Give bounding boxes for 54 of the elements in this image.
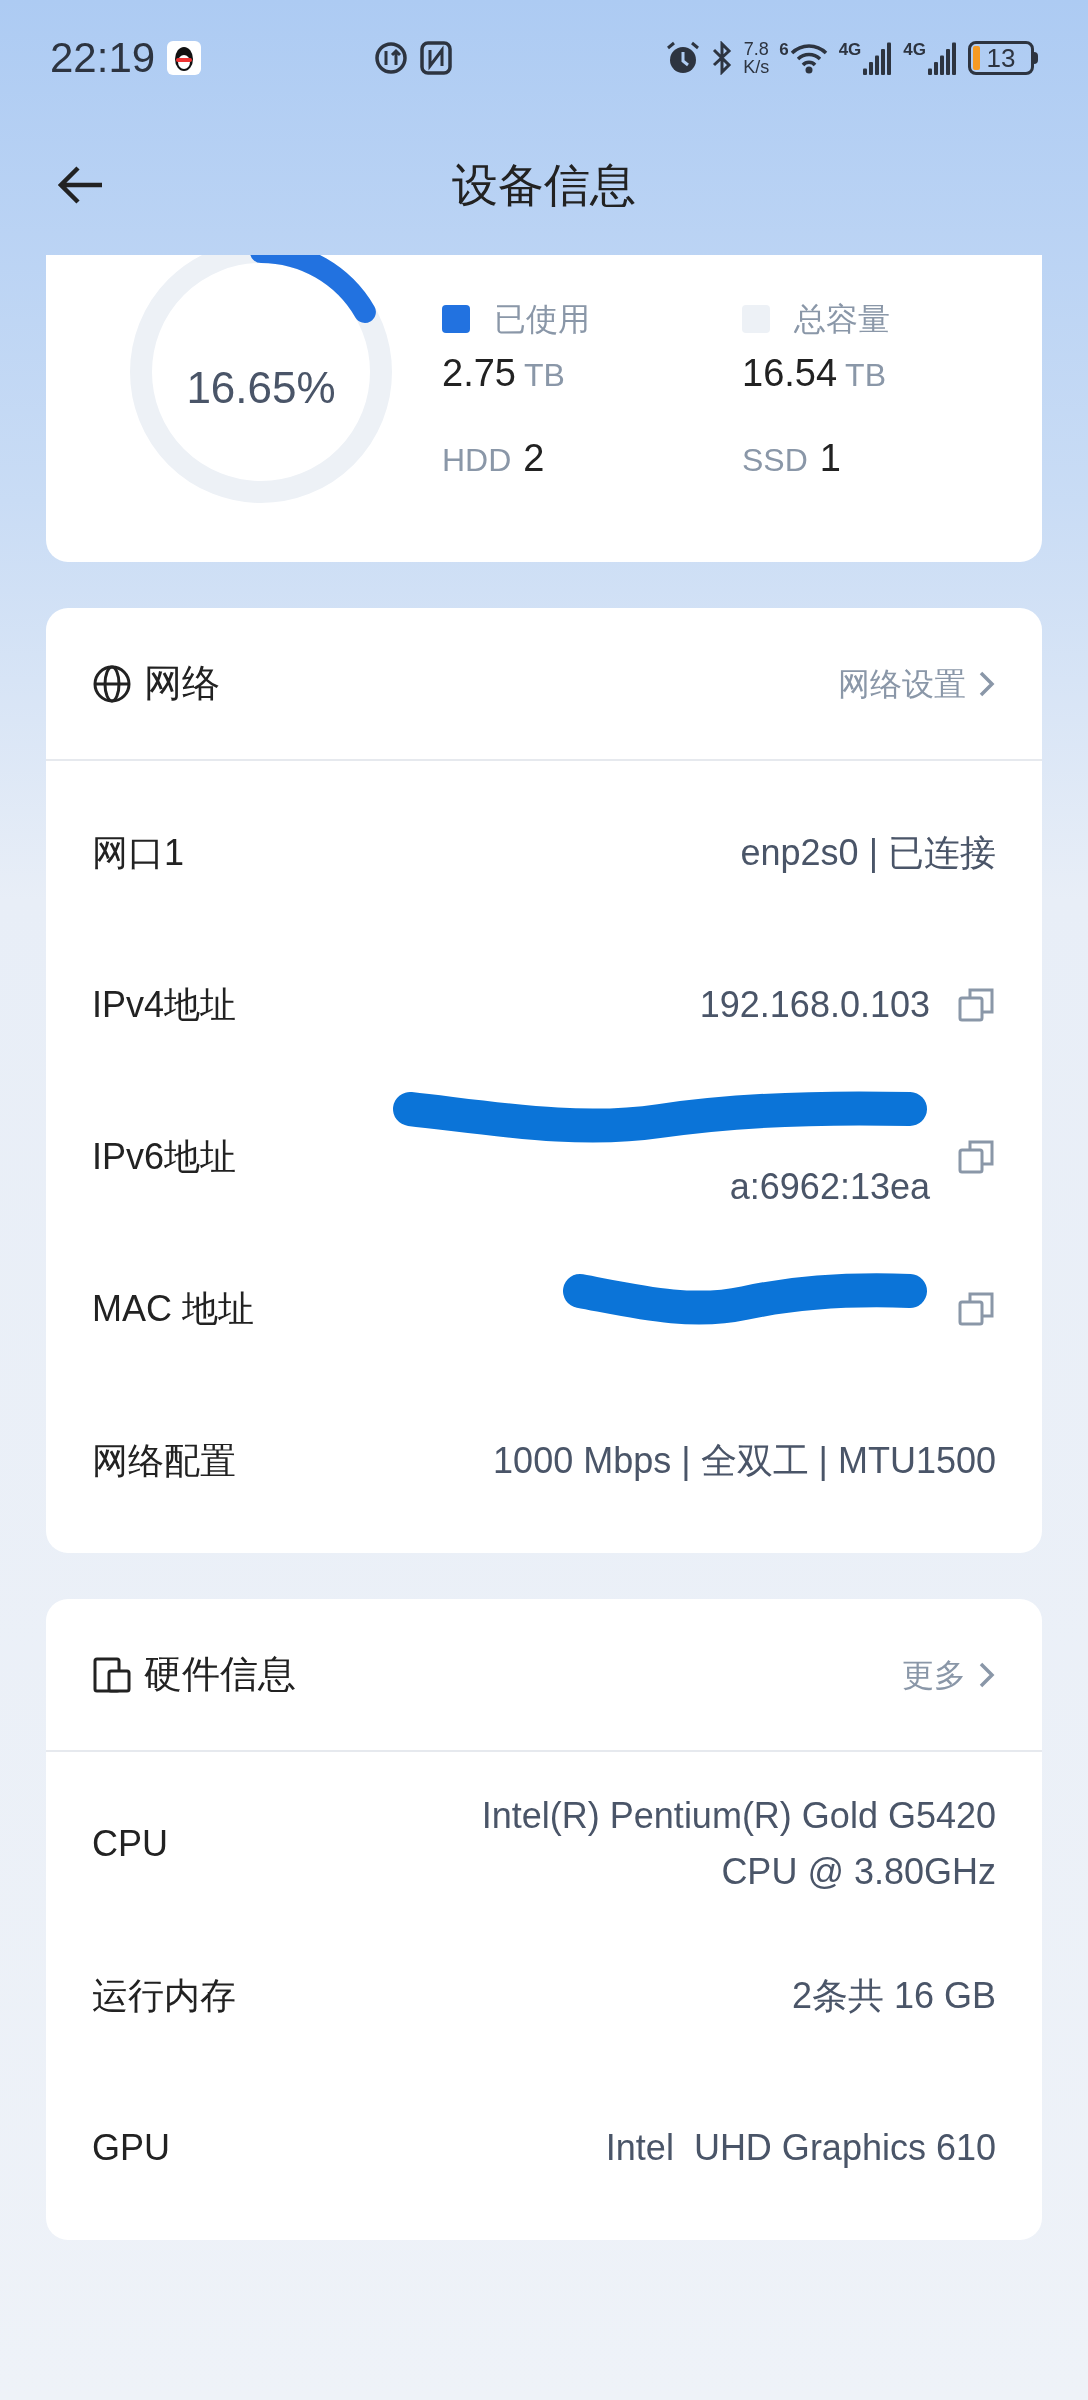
legend-label: 总容量 bbox=[794, 300, 890, 339]
info-value: Intel UHD Graphics 610 bbox=[605, 2126, 996, 2170]
disk-type-label: SSD bbox=[742, 441, 808, 480]
copy-icon[interactable] bbox=[958, 986, 996, 1024]
bluetooth-icon bbox=[711, 40, 734, 75]
chevron-right-icon bbox=[978, 669, 996, 698]
network-type-label: 4G bbox=[838, 40, 862, 58]
chevron-right-icon bbox=[978, 1660, 996, 1689]
info-label: CPU bbox=[92, 1822, 168, 1866]
info-label: 运行内存 bbox=[92, 1974, 236, 2018]
info-value: 2条共 16 GB bbox=[791, 1974, 996, 2018]
info-value: enp2s0 | 已连接 bbox=[740, 831, 996, 875]
disk-count: 1 bbox=[819, 436, 841, 481]
section-title: 硬件信息 bbox=[144, 1652, 296, 1697]
storage-value: 16.54 bbox=[742, 351, 838, 396]
status-time: 22:19 bbox=[50, 33, 156, 83]
section-link[interactable]: 更多 bbox=[902, 1650, 996, 1699]
signal-icon bbox=[928, 40, 958, 75]
info-label: IPv6地址 bbox=[92, 1135, 237, 1179]
legend-label: 已使用 bbox=[494, 300, 590, 339]
copy-icon[interactable] bbox=[958, 1138, 996, 1176]
info-label: GPU bbox=[92, 2126, 170, 2170]
storage-value: 2.75 bbox=[442, 351, 516, 396]
data-saver-icon bbox=[374, 40, 409, 75]
nfc-icon bbox=[420, 40, 453, 75]
globe-icon bbox=[92, 663, 132, 704]
info-value: 1000 Mbps | 全双工 | MTU1500 bbox=[493, 1439, 996, 1483]
page-title: 设备信息 bbox=[452, 157, 636, 213]
info-value: 192.168.0.103 bbox=[699, 983, 930, 1027]
storage-unit: TB bbox=[523, 356, 565, 395]
battery-fill bbox=[973, 45, 980, 70]
info-label: 网口1 bbox=[92, 831, 185, 875]
info-label: IPv4地址 bbox=[92, 983, 237, 1027]
network-speed-value: 7.8 bbox=[743, 39, 769, 58]
back-arrow-icon[interactable] bbox=[58, 165, 104, 205]
battery-level: 13 bbox=[986, 44, 1016, 71]
alarm-icon bbox=[665, 39, 702, 76]
storage-unit: TB bbox=[845, 356, 886, 395]
wifi-standard-label: 6 bbox=[779, 40, 789, 58]
info-label: MAC 地址 bbox=[92, 1287, 254, 1331]
disk-type-label: HDD bbox=[442, 441, 512, 480]
section-title: 网络 bbox=[144, 661, 220, 706]
info-label: 网络配置 bbox=[92, 1439, 236, 1483]
usage-percent: 16.65% bbox=[185, 362, 337, 414]
network-type-label: 4G bbox=[903, 40, 926, 58]
info-value: CPU @ 3.80GHz bbox=[721, 1850, 996, 1894]
copy-icon[interactable] bbox=[958, 1290, 996, 1328]
network-speed-unit: K/s bbox=[743, 57, 770, 76]
info-value: a:6962:13ea bbox=[729, 1165, 930, 1209]
info-value: Intel(R) Pentium(R) Gold G5420 bbox=[481, 1794, 996, 1838]
signal-icon bbox=[863, 40, 894, 75]
disk-count: 2 bbox=[523, 436, 545, 481]
section-link[interactable]: 网络设置 bbox=[838, 659, 996, 708]
penguin-app-icon bbox=[167, 40, 202, 75]
